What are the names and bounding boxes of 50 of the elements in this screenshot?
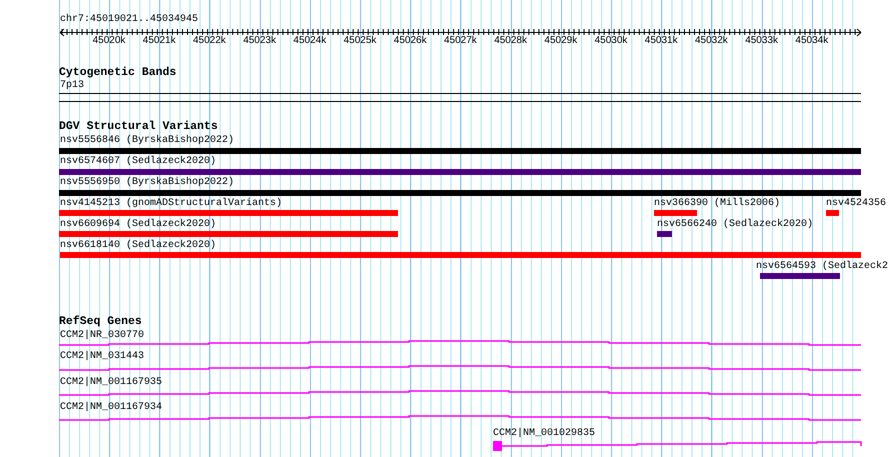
variant-label: nsv6574607 (Sedlazeck2020) xyxy=(60,156,216,168)
tick-label: 45032k xyxy=(694,35,728,47)
variant-label: nsv6566240 (Sedlazeck2020) xyxy=(657,219,814,231)
gene-label: CCM2|NM_031443 xyxy=(60,351,144,363)
variant-bar[interactable] xyxy=(59,210,398,216)
variant-label: nsv6564593 (Sedlazeck2 xyxy=(756,261,888,273)
tick-label: 45031k xyxy=(644,35,678,47)
tick-label: 45033k xyxy=(745,35,778,47)
track-title: RefSeq Genes xyxy=(59,315,142,329)
tick-label: 45023k xyxy=(243,35,276,47)
variant-bar[interactable] xyxy=(654,210,697,216)
variant-bar[interactable] xyxy=(760,273,840,279)
track-title: DGV Structural Variants xyxy=(59,120,218,134)
variant-bar[interactable] xyxy=(657,231,672,237)
tick-label: 45022k xyxy=(192,35,226,47)
tick-label: 45030k xyxy=(594,35,628,47)
variant-label: nsv4145213 (gnomADStructuralVariants) xyxy=(60,198,282,210)
tick-label: 45025k xyxy=(344,35,376,47)
variant-label: nsv6609694 (Sedlazeck2020) xyxy=(60,219,216,231)
gene-label: CCM2|NM_001167935 xyxy=(60,377,162,389)
variant-bar[interactable] xyxy=(59,169,861,175)
tick-label: 45028k xyxy=(494,35,527,47)
tick-label: 45027k xyxy=(444,35,477,47)
tick-label: 45034k xyxy=(795,35,828,47)
gene-model[interactable] xyxy=(59,365,861,371)
band-label: 7p13 xyxy=(60,80,84,92)
range-label: chr7:45019021..45034945 xyxy=(60,14,198,26)
tick-label: 45029k xyxy=(544,35,578,47)
variant-bar[interactable] xyxy=(59,148,861,154)
variant-label: nsv4524356 xyxy=(826,198,886,210)
variant-bar[interactable] xyxy=(60,252,861,258)
gene-label: CCM2|NR_030770 xyxy=(60,330,144,342)
gene-model[interactable] xyxy=(493,441,862,451)
tick-label: 45026k xyxy=(394,35,427,47)
tick-label: 45020k xyxy=(92,35,126,47)
variant-label: nsv5556846 (ByrskaBishop2022) xyxy=(60,135,234,147)
variant-bar[interactable] xyxy=(59,231,398,237)
gene-model[interactable] xyxy=(59,390,861,396)
gene-model[interactable] xyxy=(59,340,861,346)
variant-bar[interactable] xyxy=(59,190,861,196)
variant-bar[interactable] xyxy=(826,210,839,216)
gene-model[interactable] xyxy=(59,415,861,421)
variant-label: nsv366390 (Mills2006) xyxy=(654,198,780,210)
gene-label: CCM2|NM_001167934 xyxy=(60,402,162,414)
variant-label: nsv6618140 (Sedlazeck2020) xyxy=(60,240,216,252)
gene-label: CCM2|NM_001029835 xyxy=(493,428,596,440)
track-title: Cytogenetic Bands xyxy=(59,66,176,80)
tick-label: 45024k xyxy=(293,35,326,47)
variant-label: nsv5556950 (ByrskaBishop2022) xyxy=(60,177,234,189)
tick-label: 45021k xyxy=(142,35,176,47)
